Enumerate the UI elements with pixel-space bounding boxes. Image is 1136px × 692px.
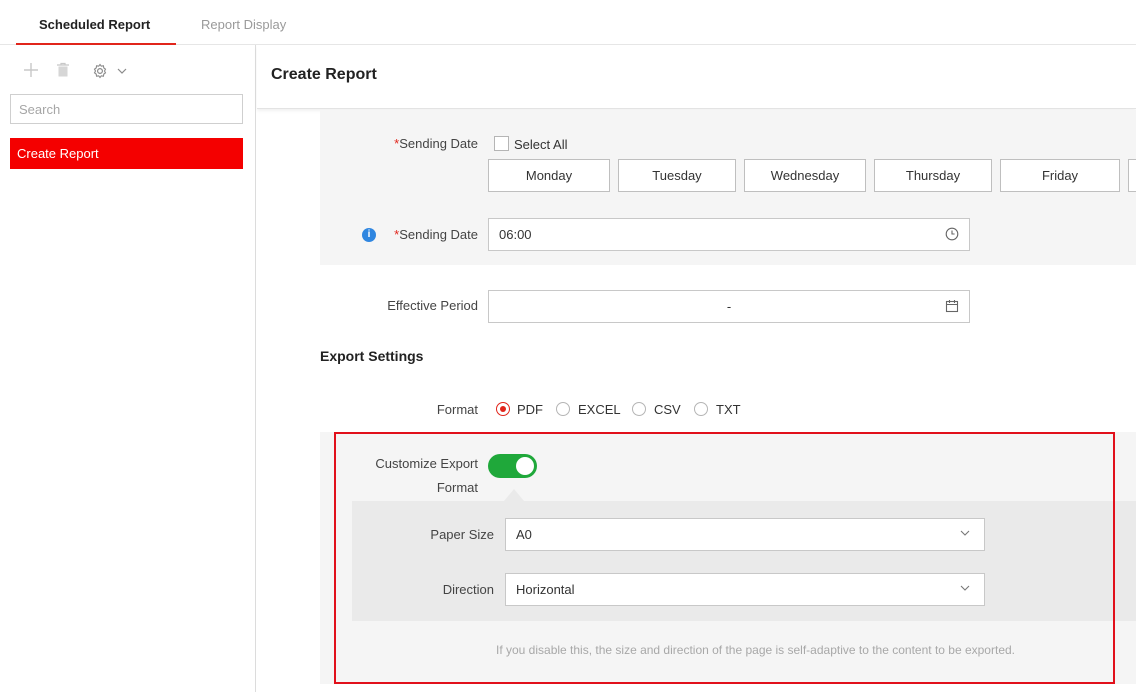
highlight-frame bbox=[334, 432, 1115, 684]
sending-time-label: *Sending Date bbox=[394, 227, 478, 242]
day-wednesday-button[interactable]: Wednesday bbox=[744, 159, 866, 192]
gear-icon[interactable] bbox=[91, 63, 109, 83]
tab-bar bbox=[0, 0, 1136, 45]
select-all-checkbox[interactable] bbox=[494, 136, 509, 151]
sidebar-item-create-report[interactable]: Create Report bbox=[10, 138, 243, 169]
info-icon[interactable]: i bbox=[362, 228, 376, 242]
effective-period-label: Effective Period bbox=[387, 298, 478, 313]
effective-period-value: - bbox=[726, 299, 732, 314]
trash-icon[interactable] bbox=[55, 62, 71, 82]
main-header bbox=[257, 45, 1136, 109]
format-txt-radio[interactable] bbox=[694, 402, 708, 416]
format-pdf-radio[interactable] bbox=[496, 402, 510, 416]
sending-time-input[interactable]: 06:00 bbox=[488, 218, 970, 251]
format-label: Format bbox=[436, 402, 478, 417]
tab-report-display[interactable]: Report Display bbox=[201, 0, 286, 45]
format-excel-label: EXCEL bbox=[578, 402, 621, 417]
sending-time-value: 06:00 bbox=[499, 227, 532, 242]
format-excel-radio[interactable] bbox=[556, 402, 570, 416]
search-input[interactable] bbox=[10, 94, 243, 124]
format-txt-label: TXT bbox=[716, 402, 741, 417]
export-settings-title: Export Settings bbox=[320, 348, 424, 364]
effective-period-input[interactable]: - bbox=[488, 290, 970, 323]
plus-icon[interactable] bbox=[22, 62, 40, 82]
clock-icon[interactable] bbox=[945, 227, 961, 243]
day-thursday-button[interactable]: Thursday bbox=[874, 159, 992, 192]
day-monday-button[interactable]: Monday bbox=[488, 159, 610, 192]
format-csv-label: CSV bbox=[654, 402, 681, 417]
chevron-down-icon[interactable] bbox=[115, 63, 129, 83]
day-friday-button[interactable]: Friday bbox=[1000, 159, 1120, 192]
select-all-label: Select All bbox=[514, 137, 568, 152]
calendar-icon[interactable] bbox=[945, 299, 961, 315]
day-saturday-button[interactable] bbox=[1128, 159, 1136, 192]
day-tuesday-button[interactable]: Tuesday bbox=[618, 159, 736, 192]
format-pdf-label: PDF bbox=[517, 402, 543, 417]
format-csv-radio[interactable] bbox=[632, 402, 646, 416]
page-title: Create Report bbox=[271, 66, 377, 83]
tab-scheduled-report[interactable]: Scheduled Report bbox=[39, 0, 150, 45]
sending-days-label: *Sending Date bbox=[394, 136, 478, 151]
